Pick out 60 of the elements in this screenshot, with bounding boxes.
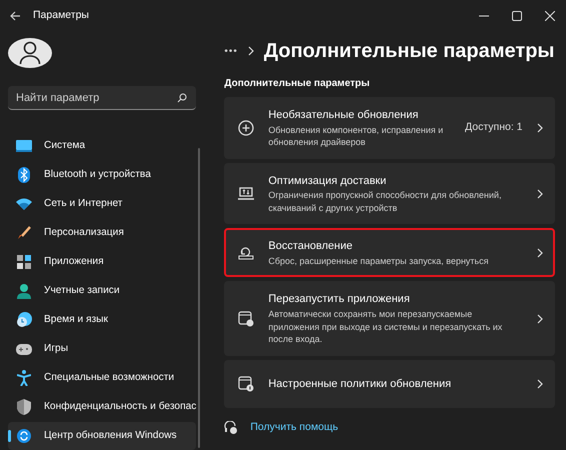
sidebar-item[interactable]: Персонализация: [8, 219, 196, 247]
card-title: Настроенные политики обновления: [268, 376, 452, 392]
settings-card[interactable]: Восстановление Сброс, расширенные параметры запуска, вернуться: [224, 228, 555, 278]
settings-card[interactable]: Перезапустить приложения Автоматически сохранять мои перезапускаемые приложения при выходе из системы и перезапускать их после входа.: [224, 281, 555, 356]
page-title: Дополнительные параметры: [264, 39, 555, 63]
card-title: Оптимизация доставки: [268, 174, 388, 189]
window-info-icon: [238, 376, 254, 392]
sidebar-item[interactable]: Конфиденциальность и безопас: [8, 393, 196, 421]
chevron-icon: [248, 46, 254, 56]
chevron-icon: [536, 188, 543, 199]
card-description: Обновления компонентов, исправления и обновления драйверов: [268, 124, 444, 149]
person-icon: [17, 283, 31, 299]
clock-globe-icon: [16, 312, 32, 328]
window-title: Параметры: [33, 8, 89, 24]
sidebar-item[interactable]: Специальные возможности: [8, 364, 196, 392]
sync-icon: [17, 429, 31, 443]
sidebar-item[interactable]: Система: [8, 132, 196, 160]
settings-card[interactable]: Оптимизация доставки Ограничения пропускной способности для обновлений, скачиваний с других устройств: [224, 162, 555, 224]
help-link[interactable]: Получить помощь: [250, 420, 338, 436]
laptop-icon: [238, 187, 254, 200]
back-icon[interactable]: [10, 11, 21, 21]
sidebar-item[interactable]: Время и язык: [8, 306, 196, 334]
search-icon[interactable]: [177, 93, 188, 103]
avatar[interactable]: [8, 38, 52, 68]
card-title: Перезапустить приложения: [268, 292, 411, 308]
available-count: Доступно: 1: [465, 120, 523, 135]
apps-icon: [17, 255, 31, 269]
card-description: Сброс, расширенные параметры запуска, вернуться: [268, 254, 490, 268]
help-icon: [224, 421, 238, 436]
settings-card[interactable]: Необязательные обновления Обновления компонентов, исправления и обновления драйверов Доступно: 1: [224, 97, 555, 159]
chevron-icon: [536, 122, 543, 133]
chevron-icon: [536, 378, 543, 389]
card-description: Автоматически сохранять мои перезапускаемые приложения при выходе из системы и перезапускать их после входа.: [268, 308, 504, 346]
gamepad-icon: [16, 344, 32, 354]
sidebar-item[interactable]: Bluetooth и устройства: [8, 161, 196, 189]
breadcrumb-overflow[interactable]: •••: [224, 44, 238, 58]
maximize-icon[interactable]: [512, 11, 522, 21]
card-description: Ограничения пропускной способности для обновлений, скачиваний с других устройств: [268, 189, 502, 214]
window-refresh-icon: [238, 310, 254, 327]
shield-icon: [17, 399, 31, 415]
wifi-icon: [16, 198, 32, 210]
accessibility-icon: [17, 370, 31, 386]
settings-card[interactable]: Настроенные политики обновления: [224, 360, 555, 408]
restore-icon: [238, 246, 254, 260]
sidebar-item[interactable]: Сеть и Интернет: [8, 190, 196, 218]
card-title: Восстановление: [268, 239, 354, 254]
chevron-icon: [536, 248, 543, 258]
plus-circle-icon: [238, 120, 254, 136]
sidebar-item[interactable]: Учетные записи: [8, 277, 196, 305]
sidebar-item[interactable]: Центр обновления Windows: [8, 422, 196, 450]
monitor-icon: [16, 140, 32, 152]
section-label: Дополнительные параметры: [224, 77, 371, 91]
brush-icon: [17, 226, 31, 240]
search-field[interactable]: Найти параметр: [8, 86, 196, 110]
chevron-icon: [536, 314, 543, 324]
card-title: Необязательные обновления: [268, 108, 420, 123]
sidebar-item[interactable]: Игры: [8, 335, 196, 363]
bluetooth-icon: [18, 167, 30, 183]
close-icon[interactable]: [544, 11, 554, 21]
sidebar-item[interactable]: Приложения: [8, 248, 196, 276]
